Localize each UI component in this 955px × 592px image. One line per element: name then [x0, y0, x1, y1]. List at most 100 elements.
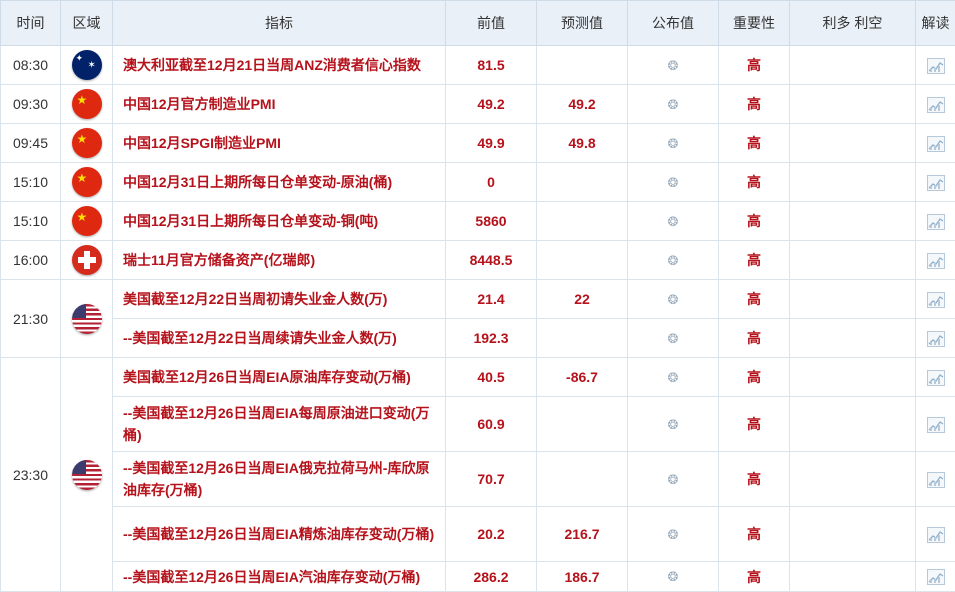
effect-cell	[790, 397, 916, 452]
china-flag-icon	[72, 89, 102, 119]
chart-analysis-icon[interactable]	[927, 331, 945, 347]
chart-analysis-icon[interactable]	[927, 214, 945, 230]
china-flag-icon	[72, 167, 102, 197]
actual-value-cell: ❂	[628, 562, 719, 592]
chart-analysis-icon[interactable]	[927, 569, 945, 585]
forecast-value-cell	[537, 163, 628, 202]
table-header-row: 时间 区域 指标 前值 预测值 公布值 重要性 利多 利空 解读	[1, 1, 955, 46]
time-cell: 21:30	[1, 280, 61, 358]
indicator-cell[interactable]: 中国12月31日上期所每日仓单变动-原油(桶)	[113, 163, 446, 202]
actual-value-cell: ❂	[628, 46, 719, 85]
chart-analysis-icon[interactable]	[927, 370, 945, 386]
indicator-cell[interactable]: --美国截至12月26日当周EIA俄克拉荷马州-库欣原油库存(万桶)	[113, 452, 446, 507]
forecast-value-cell	[537, 397, 628, 452]
prev-value-cell: 0	[446, 163, 537, 202]
analysis-cell[interactable]	[916, 358, 955, 397]
switzerland-flag-icon	[72, 245, 102, 275]
indicator-cell[interactable]: 中国12月官方制造业PMI	[113, 85, 446, 124]
loading-spinner-icon: ❂	[668, 527, 679, 543]
prev-value-cell: 70.7	[446, 452, 537, 507]
loading-spinner-icon: ❂	[668, 292, 679, 308]
effect-cell	[790, 85, 916, 124]
chart-analysis-icon[interactable]	[927, 97, 945, 113]
analysis-cell[interactable]	[916, 507, 955, 562]
table-row: --美国截至12月26日当周EIA俄克拉荷马州-库欣原油库存(万桶)70.7 ❂ 高	[1, 452, 955, 507]
analysis-cell[interactable]	[916, 452, 955, 507]
indicator-cell[interactable]: --美国截至12月26日当周EIA精炼油库存变动(万桶)	[113, 507, 446, 562]
chart-analysis-icon[interactable]	[927, 417, 945, 433]
importance-cell: 高	[719, 241, 790, 280]
forecast-value-cell: 49.2	[537, 85, 628, 124]
prev-value-cell: 49.2	[446, 85, 537, 124]
actual-value-cell: ❂	[628, 452, 719, 507]
analysis-cell[interactable]	[916, 46, 955, 85]
indicator-cell[interactable]: 美国截至12月26日当周EIA原油库存变动(万桶)	[113, 358, 446, 397]
table-row: 08:30澳大利亚截至12月21日当周ANZ消费者信心指数81.5❂高	[1, 46, 955, 85]
prev-value-cell: 192.3	[446, 319, 537, 358]
indicator-cell[interactable]: --美国截至12月26日当周EIA汽油库存变动(万桶)	[113, 562, 446, 592]
chart-analysis-icon[interactable]	[927, 527, 945, 543]
indicator-cell[interactable]: --美国截至12月26日当周EIA每周原油进口变动(万桶)	[113, 397, 446, 452]
analysis-cell[interactable]	[916, 85, 955, 124]
table-row: 09:30中国12月官方制造业PMI49.249.2❂高	[1, 85, 955, 124]
loading-spinner-icon: ❂	[668, 472, 679, 488]
analysis-cell[interactable]	[916, 163, 955, 202]
forecast-value-cell	[537, 319, 628, 358]
forecast-value-cell: 216.7	[537, 507, 628, 562]
forecast-value-cell	[537, 202, 628, 241]
prev-value-cell: 5860	[446, 202, 537, 241]
actual-value-cell: ❂	[628, 280, 719, 319]
effect-cell	[790, 319, 916, 358]
indicator-cell[interactable]: 瑞士11月官方储备资产(亿瑞郎)	[113, 241, 446, 280]
prev-value-cell: 286.2	[446, 562, 537, 592]
actual-value-cell: ❂	[628, 85, 719, 124]
prev-value-cell: 40.5	[446, 358, 537, 397]
analysis-cell[interactable]	[916, 319, 955, 358]
chart-analysis-icon[interactable]	[927, 136, 945, 152]
loading-spinner-icon: ❂	[668, 370, 679, 386]
economic-calendar-table: 时间 区域 指标 前值 预测值 公布值 重要性 利多 利空 解读 08:30澳大…	[0, 0, 955, 592]
loading-spinner-icon: ❂	[668, 175, 679, 191]
effect-cell	[790, 163, 916, 202]
actual-value-cell: ❂	[628, 202, 719, 241]
header-effect: 利多 利空	[790, 1, 916, 46]
region-cell	[61, 163, 113, 202]
region-cell	[61, 358, 113, 592]
actual-value-cell: ❂	[628, 358, 719, 397]
chart-analysis-icon[interactable]	[927, 472, 945, 488]
chart-analysis-icon[interactable]	[927, 175, 945, 191]
analysis-cell[interactable]	[916, 397, 955, 452]
table-row: 15:10中国12月31日上期所每日仓单变动-原油(桶)0❂高	[1, 163, 955, 202]
header-prev: 前值	[446, 1, 537, 46]
loading-spinner-icon: ❂	[668, 417, 679, 433]
time-cell: 16:00	[1, 241, 61, 280]
analysis-cell[interactable]	[916, 280, 955, 319]
analysis-cell[interactable]	[916, 241, 955, 280]
forecast-value-cell: 49.8	[537, 124, 628, 163]
indicator-cell[interactable]: --美国截至12月22日当周续请失业金人数(万)	[113, 319, 446, 358]
loading-spinner-icon: ❂	[668, 331, 679, 347]
analysis-cell[interactable]	[916, 562, 955, 592]
analysis-cell[interactable]	[916, 124, 955, 163]
table-row: 21:30美国截至12月22日当周初请失业金人数(万)21.422❂高	[1, 280, 955, 319]
chart-analysis-icon[interactable]	[927, 58, 945, 74]
indicator-cell[interactable]: 澳大利亚截至12月21日当周ANZ消费者信心指数	[113, 46, 446, 85]
region-cell	[61, 46, 113, 85]
chart-analysis-icon[interactable]	[927, 253, 945, 269]
effect-cell	[790, 241, 916, 280]
chart-analysis-icon[interactable]	[927, 292, 945, 308]
analysis-cell[interactable]	[916, 202, 955, 241]
prev-value-cell: 81.5	[446, 46, 537, 85]
prev-value-cell: 60.9	[446, 397, 537, 452]
prev-value-cell: 8448.5	[446, 241, 537, 280]
indicator-cell[interactable]: 中国12月SPGI制造业PMI	[113, 124, 446, 163]
region-cell	[61, 202, 113, 241]
header-actual: 公布值	[628, 1, 719, 46]
indicator-cell[interactable]: 中国12月31日上期所每日仓单变动-铜(吨)	[113, 202, 446, 241]
indicator-cell[interactable]: 美国截至12月22日当周初请失业金人数(万)	[113, 280, 446, 319]
loading-spinner-icon: ❂	[668, 136, 679, 152]
time-cell: 23:30	[1, 358, 61, 592]
australia-flag-icon	[72, 50, 102, 80]
time-cell: 15:10	[1, 163, 61, 202]
importance-cell: 高	[719, 452, 790, 507]
